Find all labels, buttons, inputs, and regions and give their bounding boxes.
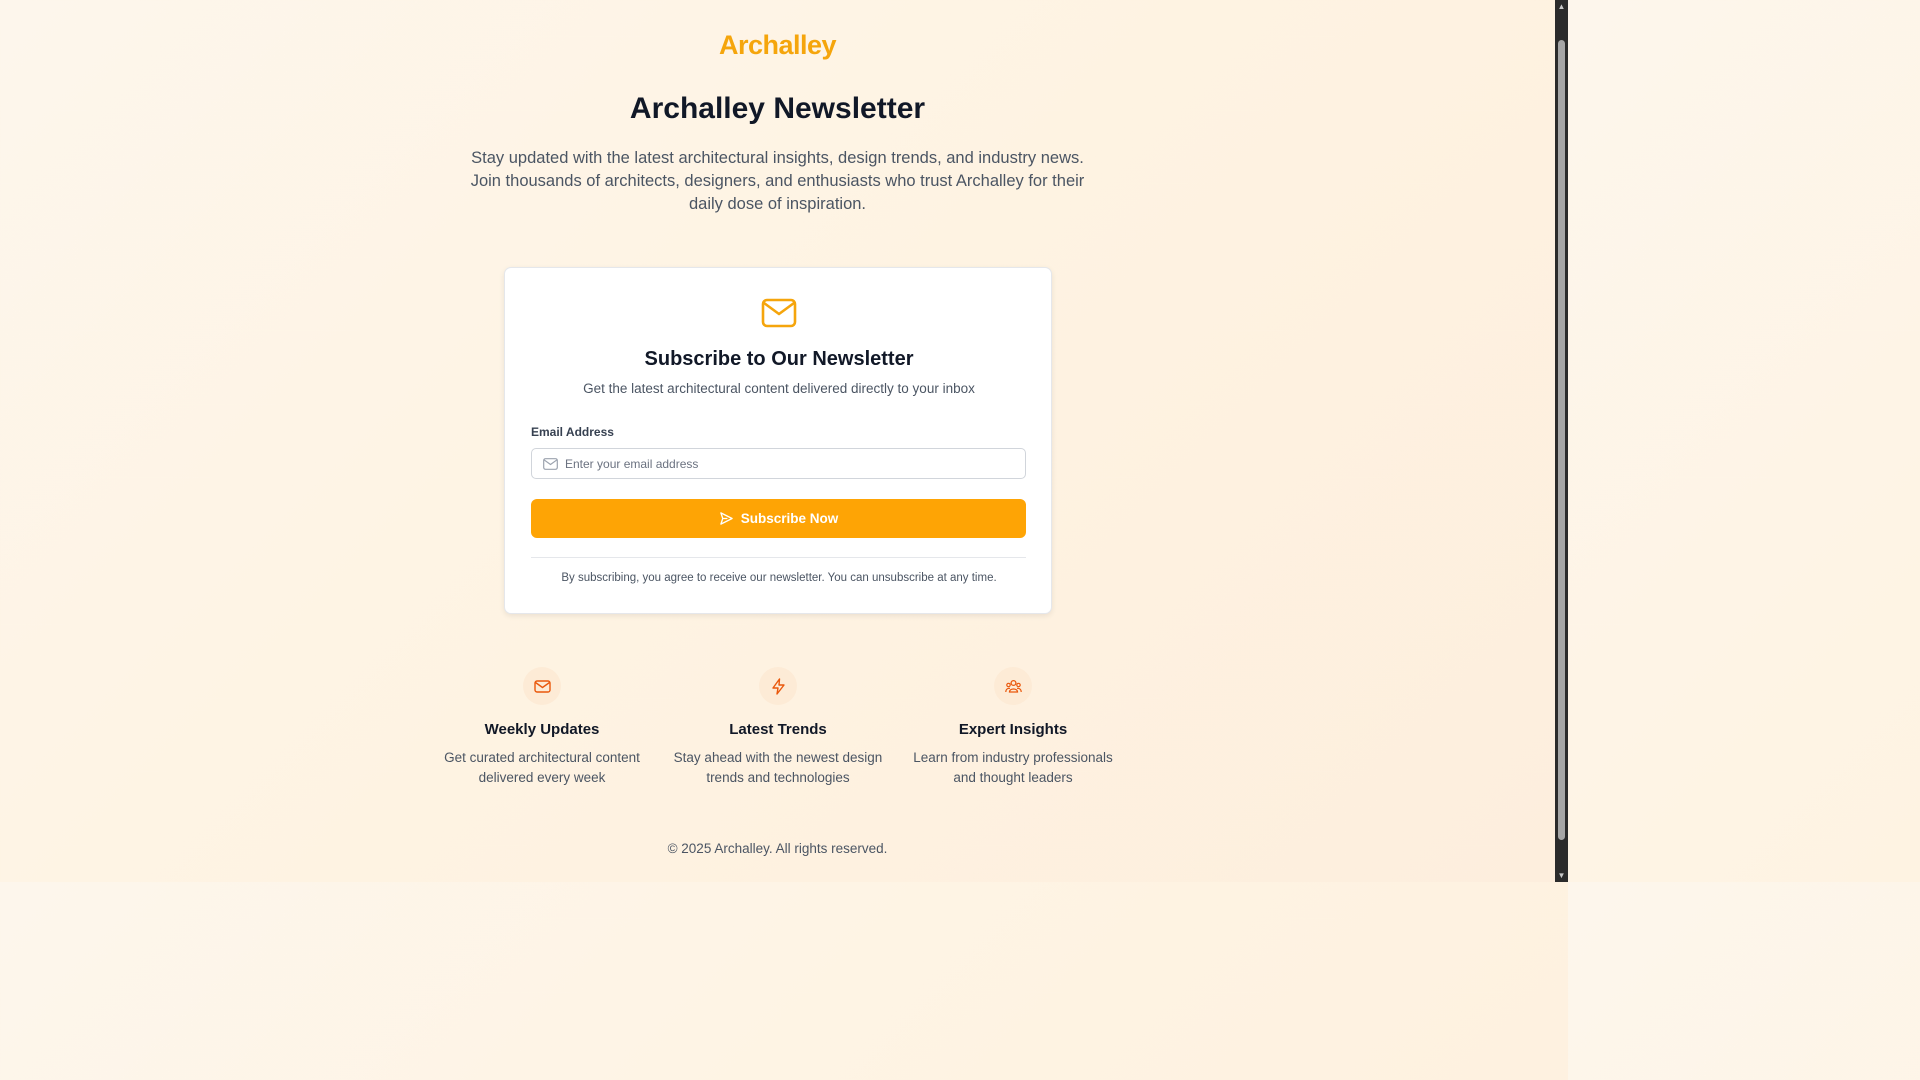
- feature-description: Stay ahead with the newest design trends…: [673, 750, 883, 785]
- scroll-down-icon[interactable]: ▼: [1555, 871, 1568, 880]
- page-intro: Stay updated with the latest architectur…: [470, 149, 1085, 213]
- subscribe-title: Subscribe to Our Newsletter: [644, 348, 914, 370]
- feature-icon-badge: [523, 667, 561, 705]
- newsletter-page: Archalley Archalley Newsletter Stay upda…: [0, 0, 1555, 882]
- email-input[interactable]: [565, 449, 1020, 478]
- feature-title: Weekly Updates: [484, 721, 600, 738]
- send-icon: [719, 512, 733, 525]
- feature-expert-insights: Expert Insights Learn from industry prof…: [908, 667, 1118, 788]
- lightning-icon: [771, 677, 785, 695]
- feature-icon-badge: [759, 667, 797, 705]
- mail-icon: [543, 458, 558, 470]
- vertical-scrollbar[interactable]: ▲ ▼: [1555, 0, 1568, 882]
- users-icon: [1004, 679, 1022, 693]
- scrollbar-thumb[interactable]: [1558, 40, 1565, 840]
- feature-weekly-updates: Weekly Updates Get curated architectural…: [437, 667, 647, 788]
- subscribe-button-label: Subscribe Now: [740, 511, 839, 526]
- terms-text: By subscribing, you agree to receive our…: [561, 572, 997, 584]
- subscribe-card: Subscribe to Our Newsletter Get the late…: [504, 267, 1052, 614]
- feature-description: Get curated architectural content delive…: [444, 750, 640, 785]
- email-label: Email Address: [531, 425, 614, 439]
- feature-icon-badge: [994, 667, 1032, 705]
- email-field-wrapper: [531, 448, 1026, 479]
- mail-icon: [761, 298, 797, 328]
- brand-logo[interactable]: Archalley: [0, 30, 1555, 61]
- scroll-up-icon[interactable]: ▲: [1555, 2, 1568, 11]
- page-title: Archalley Newsletter: [629, 92, 926, 125]
- card-divider: [531, 557, 1026, 558]
- feature-latest-trends: Latest Trends Stay ahead with the newest…: [673, 667, 883, 788]
- subscribe-subtitle: Get the latest architectural content del…: [583, 381, 975, 396]
- subscribe-button[interactable]: Subscribe Now: [531, 499, 1026, 538]
- mail-icon: [533, 679, 551, 693]
- feature-title: Expert Insights: [958, 721, 1068, 738]
- footer-copyright: © 2025 Archalley. All rights reserved.: [667, 841, 888, 856]
- feature-title: Latest Trends: [729, 721, 827, 738]
- feature-description: Learn from industry professionals and th…: [913, 750, 1113, 785]
